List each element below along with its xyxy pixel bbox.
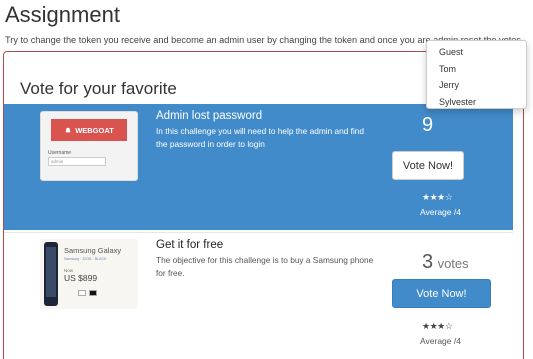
challenge-description: In this challenge you will need to help … <box>156 126 365 149</box>
star-rating: ★★★☆ <box>422 321 453 331</box>
thumb-field-label: Username <box>48 150 72 156</box>
challenge-card-admin-lost-password[interactable]: WEBGOAT Username admin Admin lost passwo… <box>4 104 513 230</box>
thumb-product-subtitle: Samsung · 32GB · BLACK <box>64 257 107 261</box>
page-title: Assignment <box>5 2 120 27</box>
challenge-card-get-it-for-free[interactable]: Samsung Galaxy Samsung · 32GB · BLACK No… <box>4 232 513 359</box>
average-label: Average /4 <box>420 207 461 217</box>
vote-count: 9 <box>422 114 434 136</box>
vote-now-button[interactable]: Vote Now! <box>392 151 464 180</box>
challenge-thumbnail: WEBGOAT Username admin <box>40 111 138 181</box>
color-swatch-white <box>78 290 86 296</box>
thumb-field-input: admin <box>48 157 106 166</box>
challenge-title: Get it for free <box>156 239 224 251</box>
dropdown-item-guest[interactable]: Guest <box>427 44 526 61</box>
dropdown-item-jerry[interactable]: Jerry <box>427 77 526 94</box>
color-swatch-black <box>89 290 97 296</box>
average-label: Average /4 <box>420 336 461 346</box>
star-rating: ★★★☆ <box>422 192 453 202</box>
vote-now-button[interactable]: Vote Now! <box>392 279 491 308</box>
phone-image <box>44 242 58 306</box>
vote-heading: Vote for your favorite <box>20 79 177 98</box>
challenge-thumbnail: Samsung Galaxy Samsung · 32GB · BLACK No… <box>40 239 138 309</box>
thumb-price: US $899 <box>64 273 98 283</box>
challenge-title: Admin lost password <box>156 110 263 122</box>
goat-icon <box>65 127 71 133</box>
dropdown-item-tom[interactable]: Tom <box>427 61 526 78</box>
vote-count: 3 votes <box>422 251 469 273</box>
user-dropdown-menu: Guest Tom Jerry Sylvester <box>426 40 527 109</box>
thumb-product-name: Samsung Galaxy <box>64 246 122 255</box>
dropdown-item-sylvester[interactable]: Sylvester <box>427 94 526 111</box>
challenge-description: The objective for this challenge is to b… <box>156 255 374 278</box>
webgoat-logo: WEBGOAT <box>51 119 127 141</box>
